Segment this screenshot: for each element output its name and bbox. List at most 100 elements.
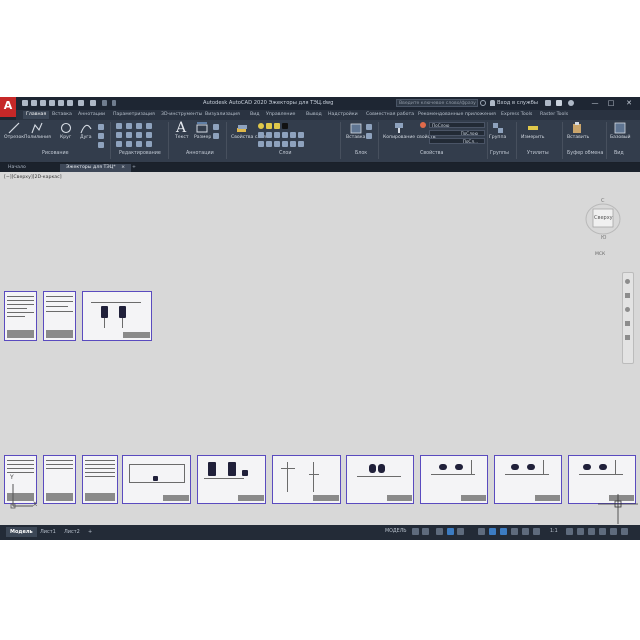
arc-icon[interactable] <box>80 122 92 134</box>
save-as-icon[interactable] <box>49 100 55 106</box>
tab-start[interactable]: Начало <box>2 164 32 172</box>
circle-button-label[interactable]: Круг <box>60 135 71 140</box>
hatch-icon[interactable] <box>98 133 104 139</box>
model-space-toggle[interactable]: МОДЕЛЬ <box>381 527 411 537</box>
lineweight-dropdown[interactable]: ПоСл... <box>429 138 485 144</box>
annotation-monitor-icon[interactable] <box>588 528 595 535</box>
modify-panel-label[interactable]: Редактирование <box>119 151 161 156</box>
tab-current-drawing[interactable]: Эжекторы для ТЭЦ* × <box>60 164 132 172</box>
layer-current-icon[interactable] <box>282 141 288 147</box>
ucs-menu[interactable]: МСК <box>595 252 605 257</box>
showmotion-icon[interactable] <box>625 335 630 340</box>
ortho-icon[interactable] <box>447 528 454 535</box>
navigation-bar[interactable] <box>622 272 634 364</box>
drawing-sheet[interactable] <box>43 291 76 341</box>
erase-icon[interactable] <box>146 123 152 129</box>
tab-layout2[interactable]: Лист2 <box>60 527 84 537</box>
layer-match-icon[interactable] <box>274 132 280 138</box>
lineweight-icon[interactable] <box>511 528 518 535</box>
tab-featured-apps[interactable]: Рекомендованные приложения <box>418 111 496 119</box>
dynamic-input-icon[interactable] <box>436 528 443 535</box>
insert-block-label[interactable]: Вставка <box>346 135 365 140</box>
tab-addins[interactable]: Надстройки <box>328 111 358 119</box>
pan-icon[interactable] <box>625 293 630 298</box>
maximize-button[interactable]: □ <box>606 99 616 108</box>
rectangle-icon[interactable] <box>98 124 104 130</box>
object-snap-icon[interactable] <box>500 528 507 535</box>
annotation-scale[interactable]: 1:1 <box>546 527 562 537</box>
tab-layout1[interactable]: Лист1 <box>36 527 60 537</box>
line-button-label[interactable]: Отрезок <box>4 135 24 140</box>
polar-icon[interactable] <box>457 528 464 535</box>
layer-walk-icon[interactable] <box>290 132 296 138</box>
isodraft-icon[interactable] <box>478 528 485 535</box>
orbit-icon[interactable] <box>625 321 630 326</box>
insert-block-icon[interactable] <box>350 122 362 134</box>
minimize-button[interactable]: — <box>590 99 600 108</box>
drawing-sheet[interactable] <box>272 455 341 504</box>
drawing-sheet[interactable] <box>122 455 191 504</box>
tab-express-tools[interactable]: Express Tools <box>501 111 532 119</box>
base-view-label[interactable]: Базовый <box>610 135 631 140</box>
tab-collaborate[interactable]: Совместная работа <box>366 111 414 119</box>
close-button[interactable]: ✕ <box>624 99 634 108</box>
rotate-icon[interactable] <box>126 123 132 129</box>
workspace-gear-icon[interactable] <box>577 528 584 535</box>
layer-off-icon[interactable] <box>266 132 272 138</box>
tab-home[interactable]: Главная <box>23 111 50 119</box>
stay-connected-icon[interactable] <box>556 100 562 106</box>
tab-model[interactable]: Модель <box>6 527 37 537</box>
viewcube[interactable]: Сверху С Ю <box>583 197 629 243</box>
viewcube-south-label[interactable]: Ю <box>601 235 606 241</box>
help-icon[interactable] <box>568 100 574 106</box>
color-dropdown[interactable]: ПоСлою <box>429 122 485 128</box>
redo-icon[interactable] <box>90 100 96 106</box>
scale-icon[interactable] <box>126 141 132 147</box>
properties-panel-label[interactable]: Свойства <box>420 151 443 156</box>
create-block-icon[interactable] <box>366 124 372 130</box>
groups-panel-label[interactable]: Группы <box>490 151 509 156</box>
measure-icon[interactable] <box>527 122 539 134</box>
search-icon[interactable] <box>480 100 486 106</box>
open-file-icon[interactable] <box>31 100 37 106</box>
viewcube-face-label[interactable]: Сверху <box>594 215 613 221</box>
paste-icon[interactable] <box>571 122 583 134</box>
tab-raster-tools[interactable]: Raster Tools <box>540 111 568 119</box>
viewcube-north-label[interactable]: С <box>601 198 605 204</box>
layer-thaw-icon[interactable] <box>274 141 280 147</box>
base-view-icon[interactable] <box>614 122 626 134</box>
customization-menu-icon[interactable] <box>621 528 628 535</box>
array-icon[interactable] <box>136 141 142 147</box>
layer-merge-icon[interactable] <box>290 141 296 147</box>
quick-access-dropdown-icon[interactable] <box>112 100 116 106</box>
match-properties-label[interactable]: Копирование свойств <box>383 135 436 140</box>
share-icon[interactable] <box>102 100 107 106</box>
steering-wheel-icon[interactable] <box>625 279 630 284</box>
layer-on-icon[interactable] <box>258 123 264 129</box>
leader-icon[interactable] <box>213 124 219 130</box>
viewport-controls[interactable]: [−][Сверху][2D-каркас] <box>4 175 62 180</box>
text-icon[interactable]: A <box>176 120 186 136</box>
fillet-icon[interactable] <box>136 132 142 138</box>
tab-view[interactable]: Вид <box>250 111 260 119</box>
isolate-objects-icon[interactable] <box>610 528 617 535</box>
grid-icon[interactable] <box>412 528 419 535</box>
transparency-icon[interactable] <box>522 528 529 535</box>
layer-copy-icon[interactable] <box>298 132 304 138</box>
drawing-sheet[interactable] <box>4 291 37 341</box>
autocad-logo-icon[interactable]: A <box>0 97 16 117</box>
text-button-label[interactable]: Текст <box>175 135 189 140</box>
paste-button-label[interactable]: Вставить <box>567 135 589 140</box>
object-snap-tracking-icon[interactable] <box>489 528 496 535</box>
move-icon[interactable] <box>116 123 122 129</box>
tab-3d-tools[interactable]: 3D-инструменты <box>161 111 202 119</box>
add-layout-button[interactable]: + <box>84 527 96 537</box>
polyline-button-label[interactable]: Полилиния <box>24 135 51 140</box>
drawing-sheet[interactable] <box>346 455 414 504</box>
autodesk-app-store-icon[interactable] <box>545 100 551 106</box>
layer-iso-icon[interactable] <box>258 132 264 138</box>
drawing-sheet[interactable] <box>420 455 488 504</box>
plot-icon[interactable] <box>67 100 73 106</box>
tab-parametric[interactable]: Параметризация <box>113 111 155 119</box>
stretch-icon[interactable] <box>116 141 122 147</box>
